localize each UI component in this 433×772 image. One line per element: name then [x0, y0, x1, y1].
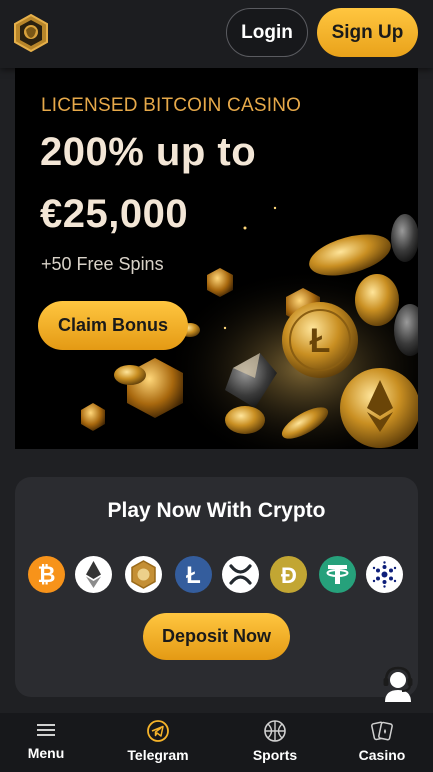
bottom-nav: Menu Telegram Sports Casino — [0, 713, 433, 772]
tether-icon[interactable] — [319, 556, 356, 593]
hamburger-icon — [37, 724, 55, 736]
basketball-icon — [264, 720, 286, 742]
casino-token-icon[interactable] — [125, 556, 162, 593]
deposit-now-button[interactable]: Deposit Now — [143, 613, 290, 660]
nav-sports[interactable]: Sports — [225, 713, 325, 772]
claim-bonus-button[interactable]: Claim Bonus — [38, 301, 188, 350]
nav-menu-label: Menu — [27, 745, 65, 761]
svg-text:Ł: Ł — [186, 562, 201, 589]
bitcoin-icon[interactable]: ₿ — [28, 556, 65, 593]
hero-headline-line2: €25,000 — [40, 192, 189, 236]
hero-banner: Ł LICENSED BITCOIN CASINO 200% up to €25… — [15, 68, 418, 449]
litecoin-icon[interactable]: Ł — [175, 556, 212, 593]
nav-casino-label: Casino — [358, 747, 406, 763]
nav-sports-label: Sports — [252, 747, 298, 763]
nav-menu[interactable]: Menu — [0, 713, 96, 772]
cardano-icon[interactable] — [366, 556, 403, 593]
top-header: Login Sign Up — [0, 0, 433, 68]
svg-text:₿: ₿ — [38, 562, 56, 587]
ripple-icon[interactable] — [222, 556, 259, 593]
crypto-panel: Play Now With Crypto ₿ Ł Ð Deposit Now — [15, 477, 418, 697]
dogecoin-icon[interactable]: Ð — [270, 556, 307, 593]
hero-subtitle: LICENSED BITCOIN CASINO — [41, 95, 302, 116]
cards-icon — [371, 721, 393, 741]
crypto-panel-title: Play Now With Crypto — [107, 499, 326, 522]
telegram-icon — [147, 720, 169, 742]
svg-text:Ł: Ł — [310, 322, 331, 360]
nav-telegram-label: Telegram — [127, 747, 189, 763]
nav-telegram[interactable]: Telegram — [108, 713, 208, 772]
nav-casino[interactable]: Casino — [332, 713, 432, 772]
free-spins-text: +50 Free Spins — [41, 254, 164, 274]
login-button[interactable]: Login — [226, 8, 308, 57]
lion-shield-logo[interactable] — [13, 13, 49, 53]
signup-button[interactable]: Sign Up — [317, 8, 418, 57]
svg-text:Ð: Ð — [281, 563, 297, 588]
headset-support-icon[interactable] — [380, 664, 416, 704]
hero-headline-line1: 200% up to — [40, 130, 257, 174]
ethereum-icon[interactable] — [75, 556, 112, 593]
